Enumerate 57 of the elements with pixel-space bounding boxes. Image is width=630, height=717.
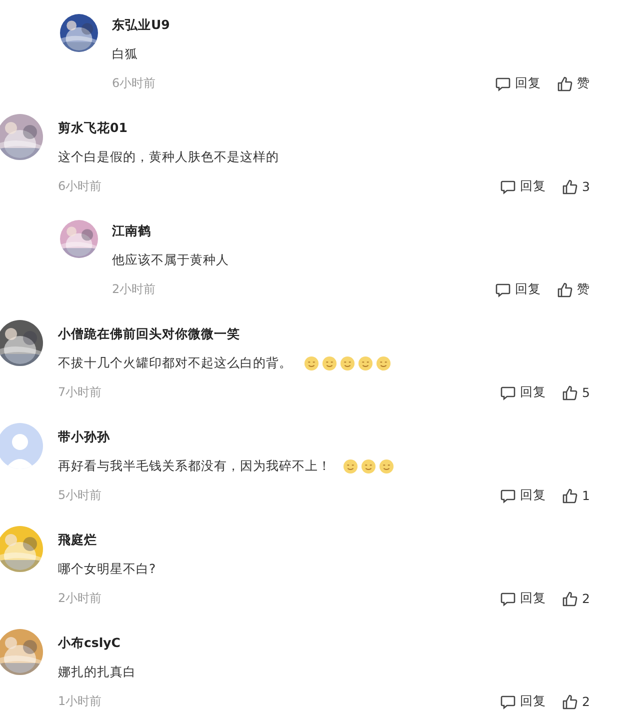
emoji-icon [322, 356, 337, 371]
comment-icon [500, 488, 516, 504]
comment-text: 白狐 [112, 46, 138, 63]
comment-text: 再好看与我半毛钱关系都没有，因为我碎不上！ [58, 458, 331, 475]
thumbs-up-icon [562, 488, 578, 504]
reply-button[interactable]: 回复 [500, 590, 546, 607]
comment-icon [500, 384, 516, 400]
timestamp: 6小时前 [58, 178, 102, 195]
timestamp: 2小时前 [58, 590, 102, 607]
username[interactable]: 剪水飞花01 [58, 120, 128, 137]
like-button[interactable]: 赞 [557, 75, 590, 92]
emoji-icon [343, 459, 358, 474]
username[interactable]: 小布cslyC [58, 635, 120, 652]
reply-button[interactable]: 回复 [495, 75, 541, 92]
timestamp: 6小时前 [112, 75, 156, 92]
comment-text: 娜扎的扎真白 [58, 664, 136, 681]
emoji-icon [379, 459, 394, 474]
thumbs-up-icon [562, 384, 578, 400]
timestamp: 7小时前 [58, 384, 102, 401]
comment-icon [500, 178, 516, 194]
emoji-icon [304, 356, 319, 371]
like-button[interactable]: 1 [562, 488, 590, 504]
timestamp: 2小时前 [112, 281, 156, 298]
comment-icon [500, 694, 516, 710]
comment-text: 哪个女明星不白? [58, 561, 156, 578]
thumbs-up-icon [562, 590, 578, 606]
comment-text: 这个白是假的，黄种人肤色不是这样的 [58, 149, 279, 166]
comment-icon [495, 282, 511, 298]
username[interactable]: 带小孙孙 [58, 429, 110, 446]
thumbs-up-icon [562, 178, 578, 194]
emoji-icon [340, 356, 355, 371]
reply-button[interactable]: 回复 [500, 384, 546, 401]
like-button[interactable]: 2 [562, 590, 590, 606]
username[interactable]: 东弘业U9 [112, 17, 170, 34]
emoji-icon [361, 459, 376, 474]
emoji-icon [376, 356, 391, 371]
username[interactable]: 飛庭烂 [58, 532, 97, 549]
reply-button[interactable]: 回复 [495, 281, 541, 298]
like-button[interactable]: 5 [562, 384, 590, 400]
like-button[interactable]: 赞 [557, 281, 590, 298]
thumbs-up-icon [557, 282, 573, 298]
thumbs-up-icon [562, 694, 578, 710]
username[interactable]: 小僧跪在佛前回头对你微微一笑 [58, 326, 240, 343]
like-button[interactable]: 3 [562, 178, 590, 194]
like-button[interactable]: 2 [562, 694, 590, 710]
reply-button[interactable]: 回复 [500, 178, 546, 195]
thumbs-up-icon [557, 76, 573, 92]
comment-text: 不拔十几个火罐印都对不起这么白的背。 [58, 355, 292, 372]
username[interactable]: 江南鹤 [112, 223, 151, 240]
reply-button[interactable]: 回复 [500, 693, 546, 710]
comment-icon [500, 590, 516, 606]
timestamp: 5小时前 [58, 487, 102, 504]
emoji-icon [358, 356, 373, 371]
comment-icon [495, 76, 511, 92]
timestamp: 1小时前 [58, 693, 102, 710]
comment-text: 他应该不属于黄种人 [112, 252, 229, 269]
reply-button[interactable]: 回复 [500, 487, 546, 504]
